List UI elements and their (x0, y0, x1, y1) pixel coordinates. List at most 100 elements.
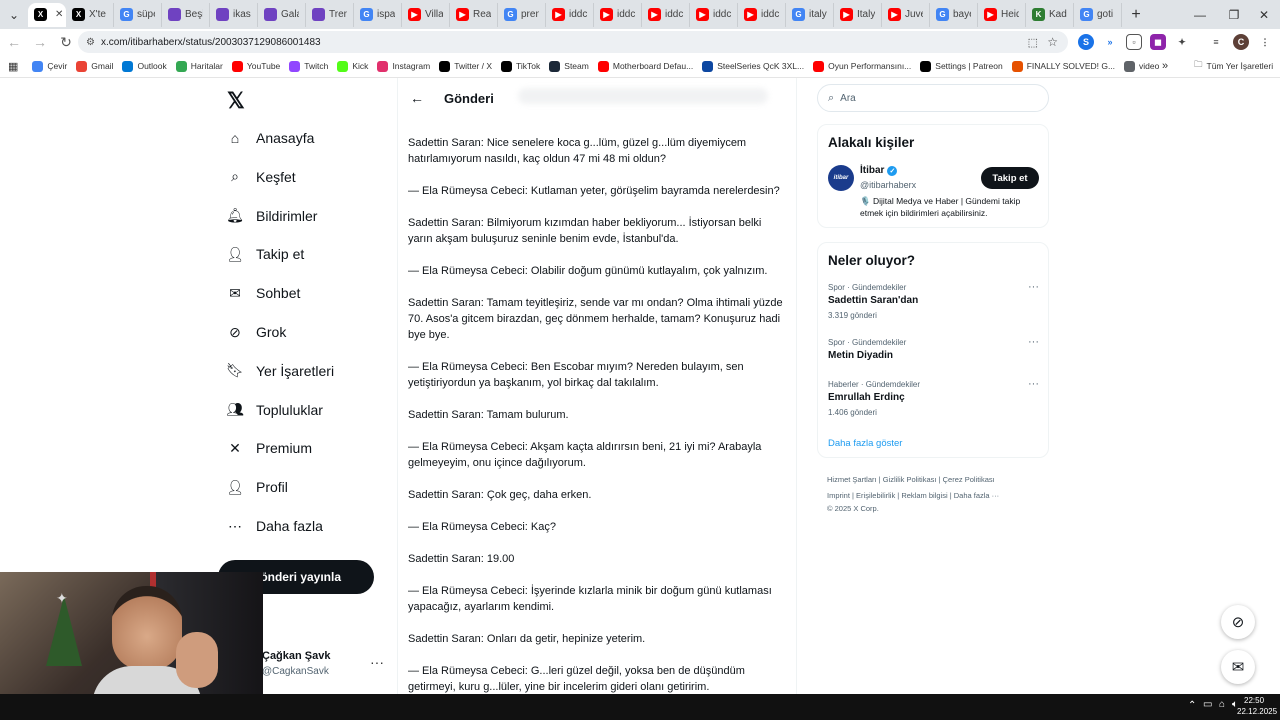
trend-more-icon[interactable]: ··· (1028, 378, 1039, 390)
browser-tab[interactable]: Gpren (498, 2, 546, 27)
bookmark-item[interactable]: FINALLY SOLVED! G... (1011, 60, 1115, 72)
browser-tab[interactable]: ▶ Real (450, 2, 498, 27)
media-control-icon[interactable]: ≡ (1208, 34, 1224, 50)
bookmark-item[interactable]: video (1124, 60, 1159, 72)
browser-tab[interactable]: Gala (258, 2, 306, 27)
browser-tab[interactable]: ▶ iddc (642, 2, 690, 27)
account-more-icon[interactable]: ··· (370, 654, 384, 670)
footer-link[interactable]: Imprint (827, 491, 850, 500)
close-tab-icon[interactable]: ✕ (55, 9, 63, 20)
sidebar-item[interactable]: ⌂ Anasayfa (226, 123, 315, 153)
sidebar-item[interactable]: 👤︎ Takip et (226, 239, 304, 269)
site-info-icon[interactable]: ⚙ (86, 37, 95, 48)
messages-float-button[interactable]: ✉ (1221, 650, 1255, 684)
browser-tab[interactable]: Gispa (354, 2, 402, 27)
bookmark-item[interactable]: Settings | Patreon (920, 60, 1003, 72)
browser-tab[interactable]: XX✕ (28, 2, 66, 27)
browser-tab[interactable]: Gbaye (930, 2, 978, 27)
trend-name[interactable]: Metin Diyadin (828, 350, 893, 361)
tray-chevron-icon[interactable]: ⌃ (1188, 700, 1196, 711)
bookmark-item[interactable]: Steam (549, 60, 589, 72)
footer-link[interactable]: Hizmet Şartları (827, 475, 877, 484)
browser-tab[interactable]: ▶ Villa (402, 2, 450, 27)
browser-tab[interactable]: ikas (210, 2, 258, 27)
browser-tab[interactable]: Trer (306, 2, 354, 27)
browser-tab[interactable]: ▶ iddc (690, 2, 738, 27)
browser-tab[interactable]: X X'te (66, 2, 114, 27)
relevant-name[interactable]: İtibar ✓ (860, 165, 898, 176)
extension-blue-icon[interactable]: S (1078, 34, 1094, 50)
browser-tab[interactable]: ▶ Heid (978, 2, 1026, 27)
sidebar-item[interactable]: 👥︎ Topluluklar (226, 395, 323, 425)
tab-search-chevron-icon[interactable]: ⌄ (0, 0, 28, 29)
browser-tab[interactable]: Gsüpe (114, 2, 162, 27)
browser-tab[interactable]: Ggoti (1074, 2, 1122, 27)
install-icon[interactable]: ⬚ (1028, 36, 1038, 49)
close-window-icon[interactable]: ✕ (1244, 0, 1280, 29)
extensions-puzzle-icon[interactable]: ✦ (1174, 34, 1190, 50)
profile-avatar[interactable]: C (1233, 34, 1249, 50)
bookmark-item[interactable]: Outlook (122, 60, 167, 72)
search-input[interactable]: ⌕ Ara (817, 84, 1049, 112)
browser-tab[interactable]: Gitaly (786, 2, 834, 27)
trend-name[interactable]: Emrullah Erdinç (828, 392, 905, 403)
back-icon[interactable]: ← (2, 30, 26, 54)
bookmark-item[interactable]: Motherboard Defau... (597, 60, 693, 72)
network-icon[interactable]: ▭ (1203, 699, 1212, 710)
clock-time[interactable]: 22:50 (1244, 696, 1264, 705)
sidebar-item[interactable]: ⊘ Grok (226, 317, 286, 347)
itibar-avatar[interactable]: itibar (828, 165, 854, 191)
reload-icon[interactable]: ↻ (54, 30, 78, 54)
back-arrow-icon[interactable]: ← (410, 90, 424, 106)
browser-menu-icon[interactable]: ⋮ (1257, 34, 1273, 50)
trend-more-icon[interactable]: ··· (1028, 281, 1039, 293)
sidebar-item[interactable]: ✕ Premium (226, 433, 312, 463)
sidebar-item[interactable]: ⌕ Keşfet (226, 162, 296, 192)
show-more-link[interactable]: Daha fazla göster (828, 438, 902, 449)
bookmarks-overflow-icon[interactable]: » (1162, 60, 1168, 72)
footer-link[interactable]: Reklam bilgisi (901, 491, 947, 500)
sidebar-item[interactable]: 🔖︎ Yer İşaretleri (226, 356, 334, 386)
sidebar-item[interactable]: ⋯ Daha fazla (226, 511, 323, 541)
x-logo-icon[interactable]: 𝕏 (227, 88, 245, 114)
grok-float-button[interactable]: ⊘ (1221, 605, 1255, 639)
bookmark-item[interactable]: Gmail (76, 60, 113, 72)
trend-name[interactable]: Sadettin Saran'dan (828, 295, 918, 306)
browser-tab[interactable]: ▶ iddc (546, 2, 594, 27)
browser-tab[interactable]: ▶ iddc (738, 2, 786, 27)
browser-tab[interactable]: K Kadı (1026, 2, 1074, 27)
bookmark-item[interactable]: Instagram (377, 60, 430, 72)
bookmark-item[interactable]: SteelSeries QcK 3XL... (702, 60, 804, 72)
browser-tab[interactable]: ▶ Juve (882, 2, 930, 27)
sidebar-item[interactable]: ✉ Sohbet (226, 278, 300, 308)
bookmark-item[interactable]: Kick (337, 60, 368, 72)
bookmark-item[interactable]: Twitch (289, 60, 328, 72)
all-bookmarks[interactable]: 🗀 Tüm Yer İşaretleri (1194, 59, 1273, 73)
bookmark-item[interactable]: Haritalar (175, 60, 223, 72)
sidebar-item[interactable]: 👤︎ Profil (226, 472, 288, 502)
bookmark-item[interactable]: TikTok (501, 60, 540, 72)
bookmark-item[interactable]: Çevir (32, 60, 67, 72)
star-icon[interactable]: ☆ (1047, 35, 1058, 49)
follow-button[interactable]: Takip et (981, 167, 1039, 189)
bookmark-item[interactable]: YouTube (231, 60, 280, 72)
forward-icon[interactable]: → (28, 30, 52, 54)
footer-link[interactable]: Gizlilik Politikası (883, 475, 937, 484)
new-tab-button[interactable]: + (1122, 0, 1150, 29)
footer-link[interactable]: Çerez Politikası (943, 475, 995, 484)
bookmark-item[interactable]: Oyun Performansını... (813, 60, 911, 72)
browser-tab[interactable]: ▶ İtaly (834, 2, 882, 27)
wifi-icon[interactable]: ⌂ (1219, 699, 1225, 710)
trend-more-icon[interactable]: ··· (1028, 336, 1039, 348)
clock-date[interactable]: 22.12.2025 (1237, 707, 1277, 716)
url-bar[interactable]: ⚙ x.com/itibarhaberx/status/200303712908… (78, 31, 1068, 53)
sidebar-item[interactable]: 🔔︎ Bildirimler (226, 201, 317, 231)
footer-link[interactable]: Erişilebilirlik (856, 491, 895, 500)
browser-tab[interactable]: Beşi (162, 2, 210, 27)
browser-tab[interactable]: ▶ iddc (594, 2, 642, 27)
bookmark-item[interactable]: Twitter / X (439, 60, 492, 72)
extension-pip-icon[interactable]: ▫ (1126, 34, 1142, 50)
apps-grid-icon[interactable]: ▦ (8, 60, 18, 73)
extension-purple-icon[interactable]: ◼ (1150, 34, 1166, 50)
extension-sound-icon[interactable]: » (1102, 34, 1118, 50)
